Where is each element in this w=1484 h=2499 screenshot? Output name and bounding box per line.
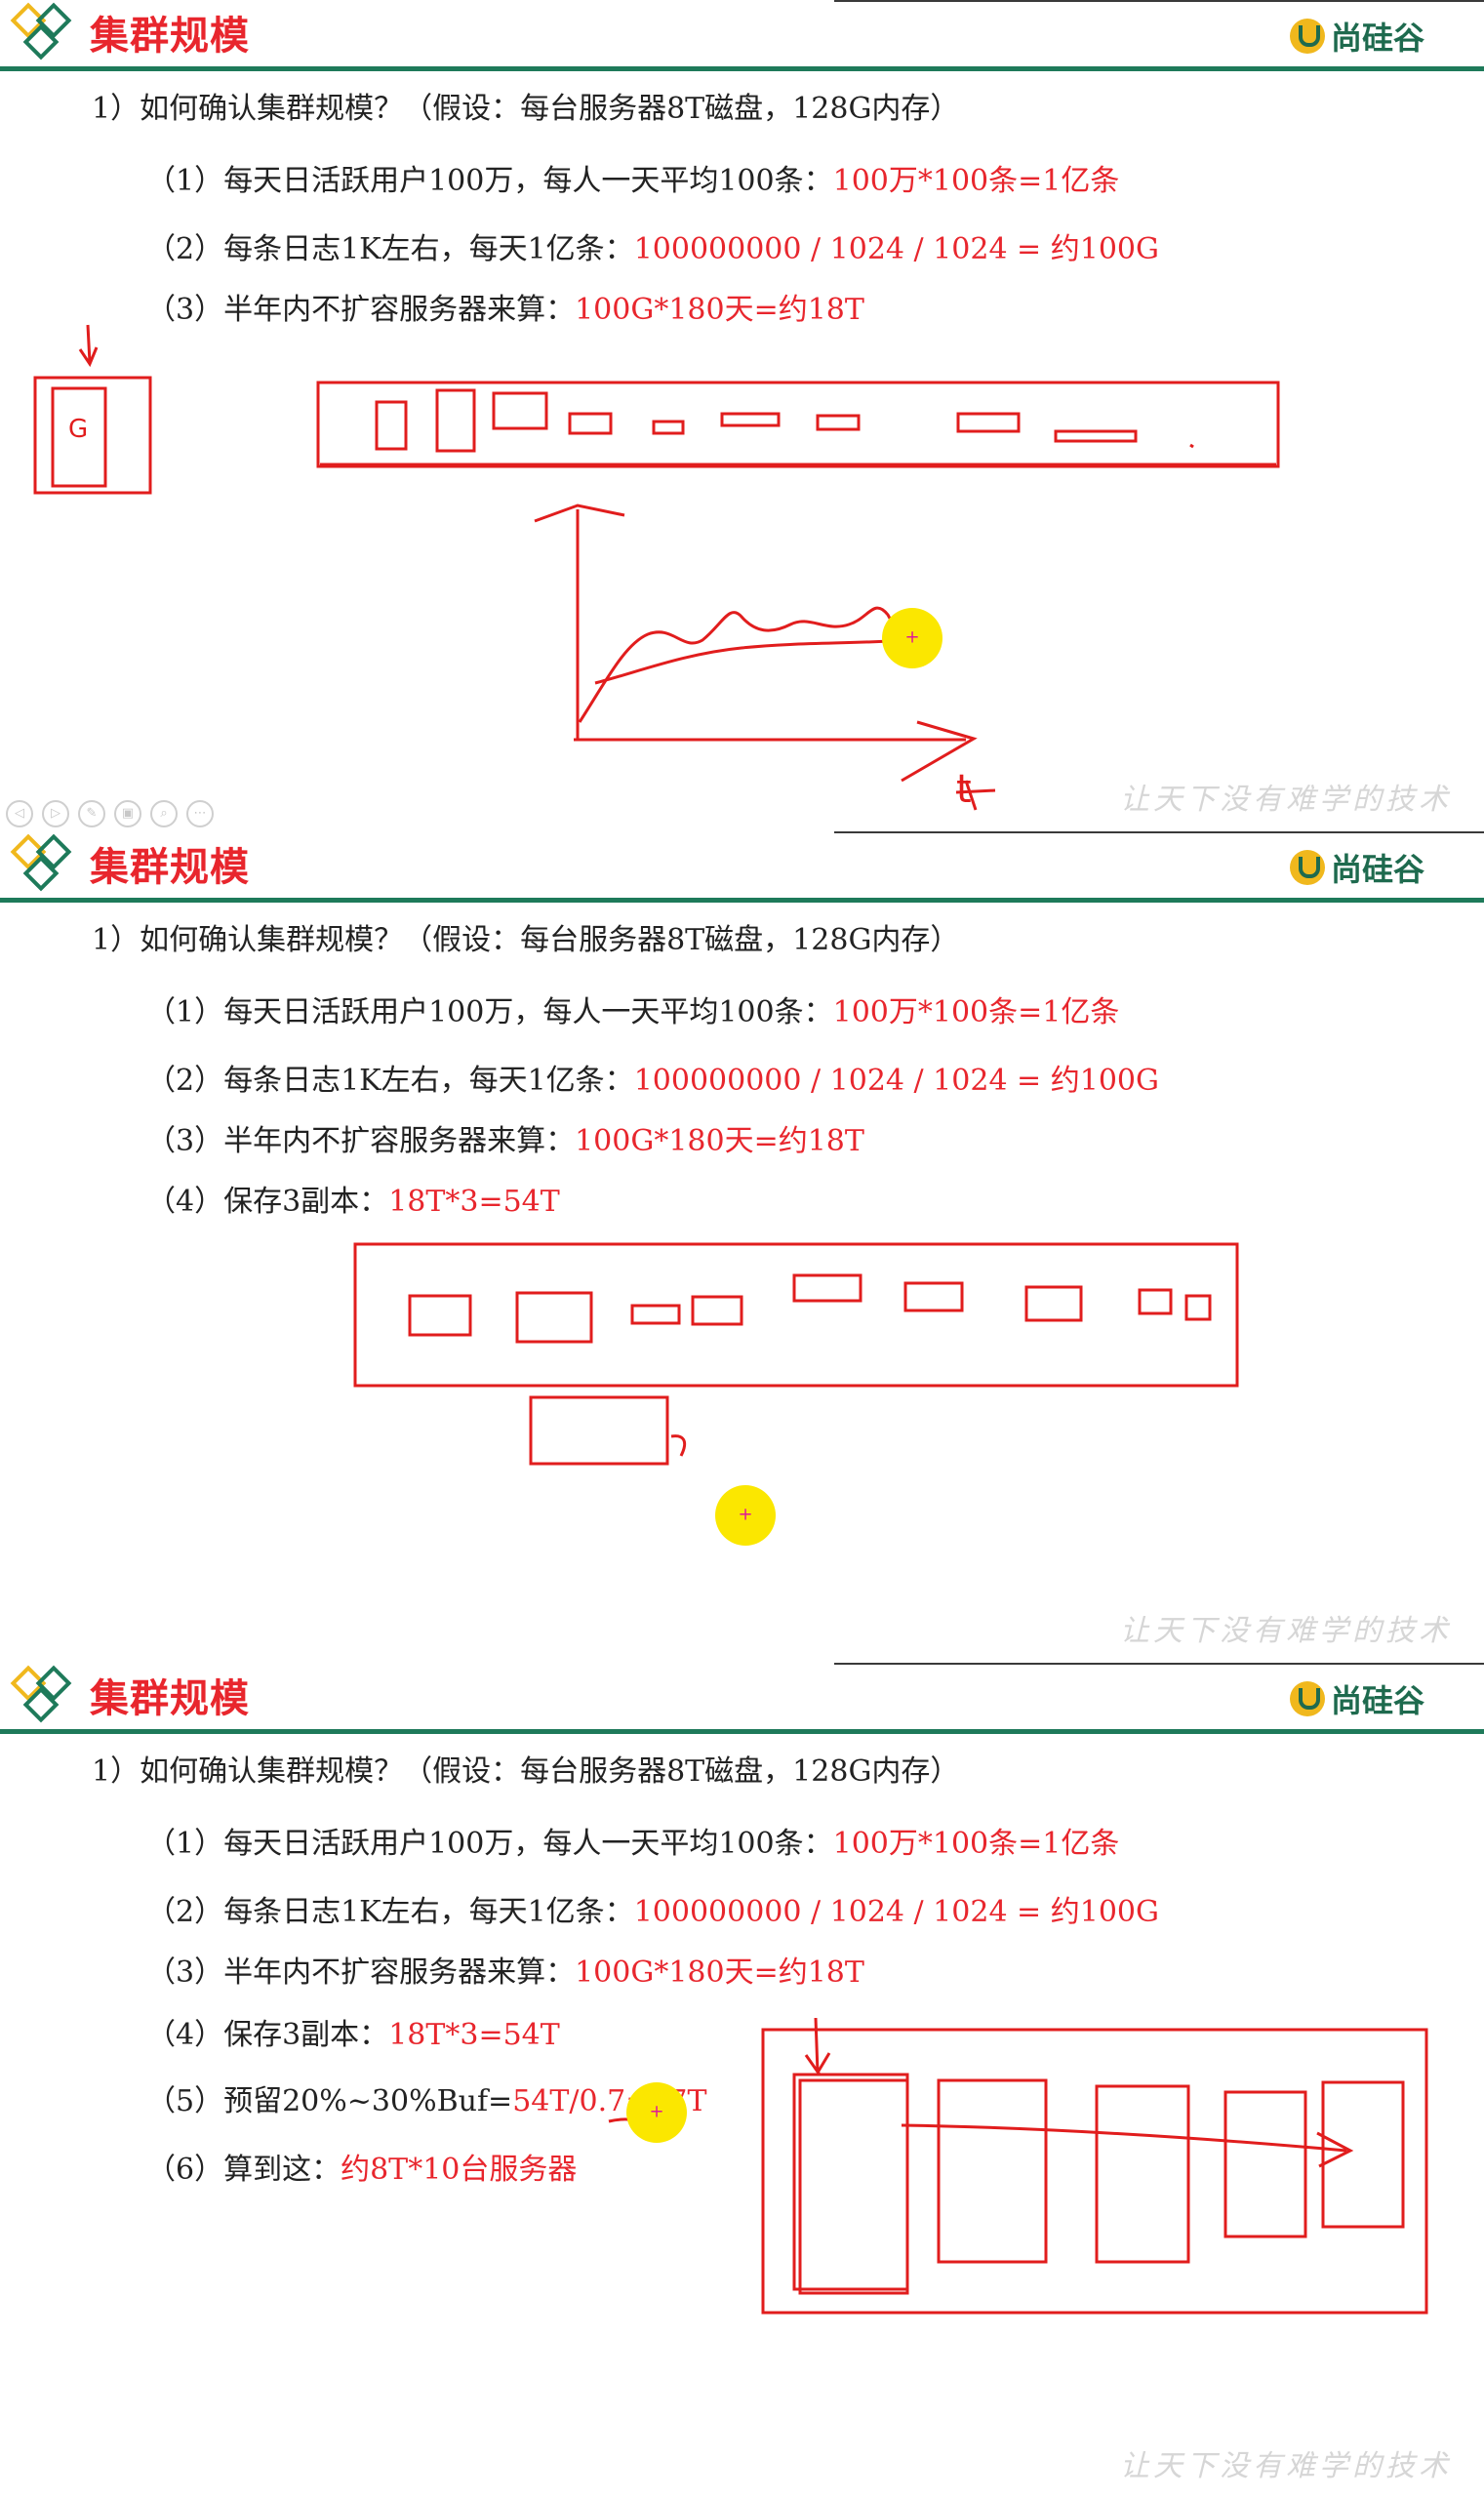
hand-sketch: G t xyxy=(33,324,1280,812)
slides-view-button[interactable]: ▣ xyxy=(114,800,141,827)
hand-sketch xyxy=(608,2017,1428,2315)
highlight-cursor-icon xyxy=(626,2082,687,2143)
slide-3: 集群规模 尚硅谷 1）如何确认集群规模？（假设：每台服务器8T磁盘，128G内存… xyxy=(0,1663,1484,2499)
prev-slide-button[interactable]: ◁ xyxy=(6,800,33,827)
pen-tool-button[interactable]: ✎ xyxy=(78,800,105,827)
slide-2: 集群规模 尚硅谷 1）如何确认集群规模？（假设：每台服务器8T磁盘，128G内存… xyxy=(0,831,1484,1663)
watermark: 让天下没有难学的技术 xyxy=(1120,783,1452,817)
slide-controls: ◁ ▷ ✎ ▣ ⌕ ⋯ xyxy=(6,800,214,827)
highlight-cursor-icon xyxy=(715,1485,776,1546)
highlight-cursor-icon xyxy=(882,608,943,668)
watermark: 让天下没有难学的技术 xyxy=(1120,2449,1452,2483)
more-options-button[interactable]: ⋯ xyxy=(186,800,214,827)
sketch-label-g: G xyxy=(68,415,88,444)
next-slide-button[interactable]: ▷ xyxy=(42,800,69,827)
slide-1: 集群规模 尚硅谷 1）如何确认集群规模？（假设：每台服务器8T磁盘，128G内存… xyxy=(0,0,1484,831)
sketch-label-t: t xyxy=(956,767,972,812)
watermark: 让天下没有难学的技术 xyxy=(1120,1614,1452,1648)
zoom-button[interactable]: ⌕ xyxy=(150,800,178,827)
